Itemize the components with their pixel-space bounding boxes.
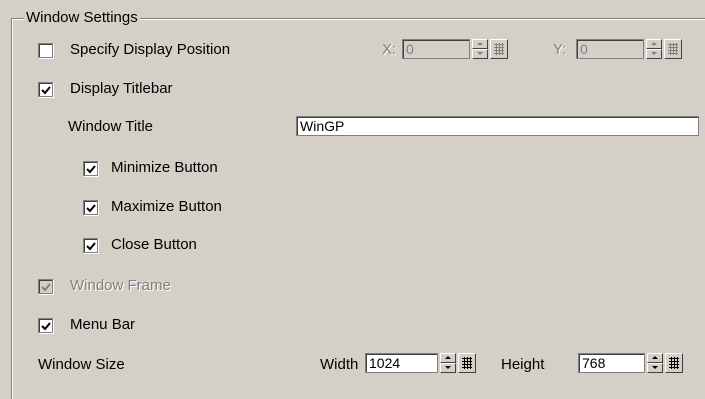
y-spinner[interactable] [646,39,662,59]
height-spinner[interactable] [647,353,663,373]
y-keypad-button[interactable] [664,39,682,59]
width-input[interactable]: 1024 [365,353,438,373]
check-mark-icon [41,283,51,292]
width-label: Width [320,356,359,373]
check-mark-icon [86,204,96,213]
window-title-label: Window Title [68,118,154,135]
keypad-icon [494,43,504,55]
arrow-up-icon [445,356,451,359]
arrow-down-icon [652,366,658,369]
window-frame-label: Window Frame [70,277,171,294]
display-titlebar-checkbox[interactable] [38,82,53,97]
x-input[interactable]: 0 [402,39,470,59]
check-mark-icon [41,86,51,95]
y-spin-down-button[interactable] [646,49,662,59]
arrow-up-icon [477,42,483,45]
x-spinner[interactable] [472,39,488,59]
width-spin-down-button[interactable] [440,363,456,373]
y-spin-up-button[interactable] [646,39,662,49]
display-titlebar-label[interactable]: Display Titlebar [70,80,173,98]
window-size-label: Window Size [38,356,125,373]
height-spin-up-button[interactable] [647,353,663,363]
height-label: Height [501,356,545,373]
group-title: Window Settings [24,9,140,27]
arrow-up-icon [651,42,657,45]
keypad-icon [669,357,679,369]
menu-bar-checkbox[interactable] [38,318,53,333]
maximize-button-label[interactable]: Maximize Button [111,198,222,216]
check-mark-icon [86,242,96,251]
specify-display-position-label[interactable]: Specify Display Position [70,41,230,59]
height-keypad-button[interactable] [665,353,683,373]
keypad-icon [462,357,472,369]
minimize-button-checkbox[interactable] [83,161,98,176]
arrow-down-icon [651,52,657,55]
check-mark-icon [86,165,96,174]
width-spin-up-button[interactable] [440,353,456,363]
y-label: Y: [553,41,567,58]
arrow-up-icon [652,356,658,359]
maximize-button-checkbox[interactable] [83,200,98,215]
x-keypad-button[interactable] [490,39,508,59]
minimize-button-label[interactable]: Minimize Button [111,159,218,177]
height-spin-down-button[interactable] [647,363,663,373]
window-frame-checkbox[interactable] [38,279,53,294]
close-button-checkbox[interactable] [83,238,98,253]
specify-display-position-checkbox[interactable] [38,43,53,58]
y-input[interactable]: 0 [576,39,644,59]
check-mark-icon [41,322,51,331]
keypad-icon [668,43,678,55]
height-input[interactable]: 768 [578,353,645,373]
width-spinner[interactable] [440,353,456,373]
x-label: X: [382,41,397,58]
window-title-input[interactable]: WinGP [296,116,699,136]
menu-bar-label[interactable]: Menu Bar [70,316,135,334]
arrow-down-icon [477,52,483,55]
close-button-label[interactable]: Close Button [111,236,197,254]
width-keypad-button[interactable] [458,353,476,373]
x-spin-down-button[interactable] [472,49,488,59]
arrow-down-icon [445,366,451,369]
x-spin-up-button[interactable] [472,39,488,49]
